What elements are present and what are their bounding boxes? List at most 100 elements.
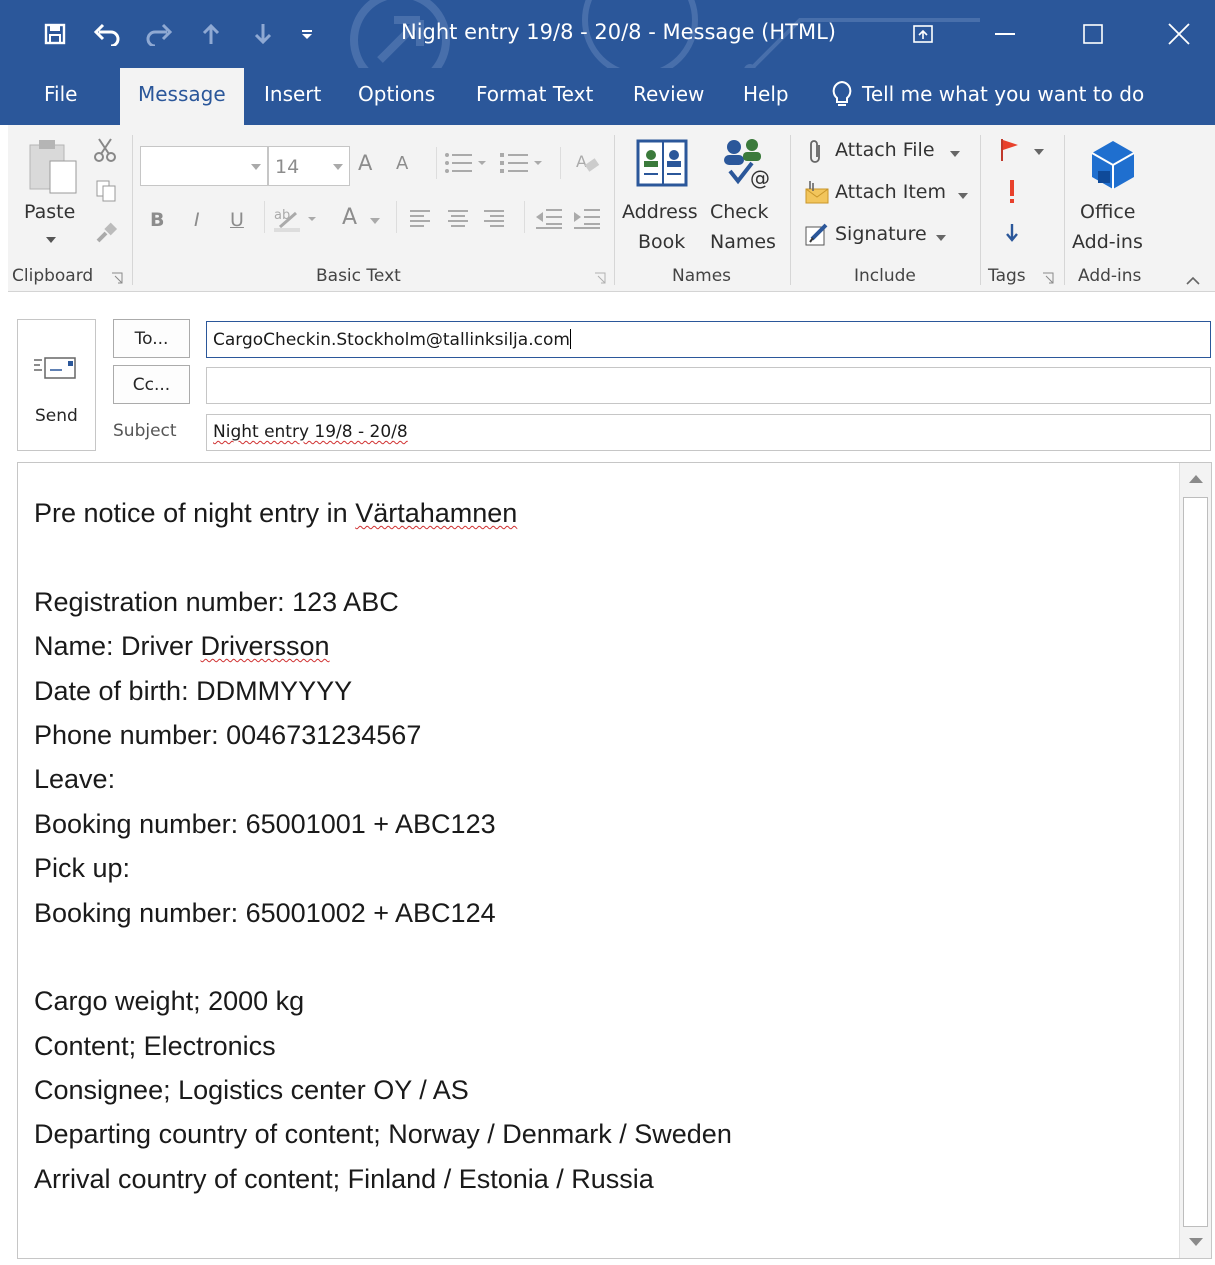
tab-file[interactable]: File [44, 82, 77, 106]
undo-icon[interactable] [92, 18, 122, 50]
copy-icon[interactable] [94, 179, 118, 207]
align-right-icon[interactable] [484, 209, 506, 231]
underline-button[interactable]: U [230, 209, 244, 231]
flag-icon [1001, 139, 1018, 161]
increase-indent-icon[interactable] [574, 207, 602, 233]
signature-icon [805, 223, 828, 246]
paste-icon [29, 140, 77, 194]
customize-toolbar-icon[interactable] [300, 18, 314, 50]
address-book-label-2: Book [638, 231, 686, 253]
body-line: Date of birth: DDMMYYYY [34, 675, 353, 706]
tab-options[interactable]: Options [358, 82, 435, 106]
message-body-text[interactable]: Pre notice of night entry in Värtahamnen… [34, 491, 1174, 1201]
body-line: Arrival country of content; Finland / Es… [34, 1163, 654, 1194]
dialog-launcher-icon[interactable] [111, 272, 123, 284]
save-icon[interactable] [40, 18, 70, 50]
address-book-button[interactable]: Address Book [620, 133, 702, 259]
tell-me-box[interactable]: Tell me what you want to do [830, 80, 1144, 108]
chevron-down-icon [958, 193, 968, 199]
scrollbar-thumb[interactable] [1183, 497, 1208, 1227]
scroll-up-icon[interactable] [1180, 463, 1211, 495]
check-names-label-2: Names [710, 231, 776, 253]
lightbulb-icon [832, 80, 852, 106]
shrink-font-button[interactable]: A [396, 153, 408, 174]
align-center-icon[interactable] [448, 209, 470, 231]
italic-button[interactable]: I [194, 209, 200, 231]
send-label: Send [35, 406, 78, 426]
message-body[interactable]: Pre notice of night entry in Värtahamnen… [17, 462, 1212, 1259]
office-addins-icon [1091, 141, 1135, 189]
collapse-ribbon-icon[interactable] [1186, 271, 1200, 290]
next-item-icon[interactable] [248, 18, 278, 50]
highlight-icon[interactable]: ab [272, 203, 322, 237]
body-line: Name: Driver Driversson [34, 631, 330, 662]
attach-item-label: Attach Item [835, 181, 946, 203]
spelling-error[interactable]: Driversson [201, 631, 330, 661]
clipboard-group-label: Clipboard [12, 266, 94, 286]
minimize-icon[interactable] [980, 14, 1030, 54]
numbering-icon[interactable] [500, 151, 546, 179]
paste-button[interactable]: Paste [18, 133, 84, 257]
ribbon-tabs: File Message Insert Options Format Text … [0, 68, 1215, 125]
send-icon [34, 357, 76, 379]
subject-field[interactable]: Night entry 19/8 - 20/8 [206, 414, 1211, 451]
cc-field[interactable] [206, 367, 1211, 404]
send-button[interactable]: Send [17, 319, 96, 451]
previous-item-icon[interactable] [196, 18, 226, 50]
svg-text:A: A [576, 152, 587, 171]
office-addins-button[interactable]: Office Add-ins [1070, 133, 1158, 259]
signature-label: Signature [835, 223, 927, 245]
grow-font-button[interactable]: A [358, 151, 372, 175]
basic-text-group-label: Basic Text [316, 266, 401, 286]
bullets-icon[interactable] [444, 151, 490, 179]
attach-item-button[interactable]: Attach Item [802, 179, 972, 209]
format-painter-icon[interactable] [94, 221, 118, 249]
to-field-value: CargoCheckin.Stockholm@tallinksilja.com [213, 330, 570, 350]
font-size-value: 14 [275, 156, 300, 178]
attach-item-icon [805, 181, 829, 204]
paste-label: Paste [24, 201, 76, 223]
office-addins-label-2: Add-ins [1072, 231, 1143, 253]
subject-field-value: Night entry 19/8 - 20/8 [213, 422, 408, 442]
align-left-icon[interactable] [410, 209, 432, 231]
body-line: Registration number: 123 ABC [34, 586, 399, 617]
tab-message[interactable]: Message [120, 68, 244, 125]
maximize-icon[interactable] [1068, 14, 1118, 54]
follow-up-flag-button[interactable] [998, 137, 1048, 167]
vertical-scrollbar[interactable] [1179, 463, 1211, 1258]
title-bar: Night entry 19/8 - 20/8 - Message (HTML) [0, 0, 1215, 68]
close-icon[interactable] [1154, 14, 1204, 54]
scroll-down-icon[interactable] [1180, 1226, 1211, 1258]
low-importance-icon[interactable] [1004, 223, 1020, 247]
names-group-label: Names [672, 266, 732, 286]
bold-button[interactable]: B [150, 209, 164, 231]
window-title: Night entry 19/8 - 20/8 - Message (HTML) [401, 20, 837, 44]
check-names-button[interactable]: @ Check Names [708, 133, 784, 259]
font-name-combo[interactable] [140, 146, 268, 186]
dialog-launcher-icon[interactable] [1042, 272, 1054, 284]
tab-help[interactable]: Help [743, 82, 789, 106]
body-line: Departing country of content; Norway / D… [34, 1119, 732, 1150]
clear-formatting-icon[interactable]: A [574, 149, 602, 181]
dialog-launcher-icon[interactable] [594, 272, 606, 284]
tab-format-text[interactable]: Format Text [476, 82, 593, 106]
redo-icon[interactable] [144, 18, 174, 50]
font-color-button[interactable]: A [342, 205, 357, 230]
cut-icon[interactable] [92, 137, 118, 167]
tell-me-text: Tell me what you want to do [862, 82, 1145, 106]
spelling-error[interactable]: Värtahamnen [355, 498, 517, 528]
high-importance-icon[interactable] [1006, 179, 1018, 209]
decrease-indent-icon[interactable] [536, 207, 564, 233]
to-button[interactable]: To... [113, 319, 190, 358]
paperclip-icon [810, 140, 820, 163]
tab-insert[interactable]: Insert [264, 82, 321, 106]
attach-file-button[interactable]: Attach File [802, 137, 962, 167]
signature-button[interactable]: Signature [802, 221, 952, 251]
font-size-combo[interactable]: 14 [268, 146, 350, 186]
to-field[interactable]: CargoCheckin.Stockholm@tallinksilja.com [206, 321, 1211, 358]
office-addins-label-1: Office [1080, 201, 1136, 223]
ribbon-display-options-icon[interactable] [898, 14, 948, 54]
cc-button[interactable]: Cc... [113, 365, 190, 404]
attach-file-label: Attach File [835, 139, 935, 161]
tab-review[interactable]: Review [633, 82, 704, 106]
